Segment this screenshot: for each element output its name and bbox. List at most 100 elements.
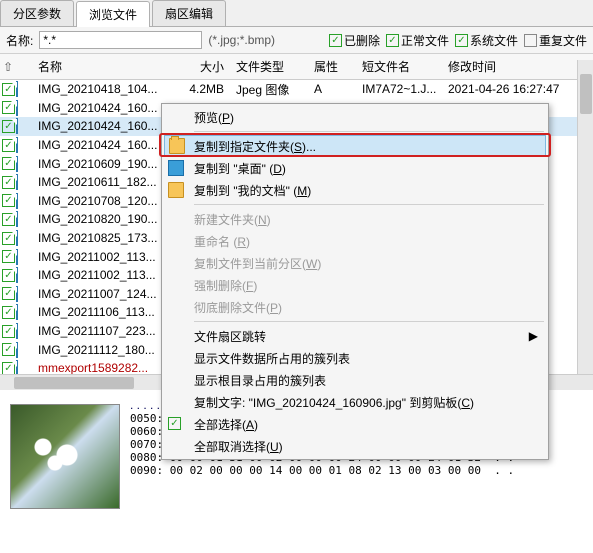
filter-label: 名称: <box>6 32 33 49</box>
cell-name: IMG_20211106_113... <box>32 303 178 321</box>
scrollbar-vertical[interactable] <box>577 60 593 374</box>
menu-separator <box>194 321 544 322</box>
cell-name: IMG_20210609_190... <box>32 155 178 173</box>
file-icon <box>16 230 18 246</box>
menu-item[interactable]: 全部取消选择(U) <box>164 435 546 457</box>
col-size[interactable]: 大小 <box>178 56 230 77</box>
col-attr[interactable]: 属性 <box>308 56 356 77</box>
cell-attr: A <box>308 80 356 98</box>
menu-item-label: 复制到指定文件夹(S)... <box>194 138 316 155</box>
check-dup[interactable]: 重复文件 <box>524 32 587 49</box>
checkbox-icon: ✓ <box>455 34 468 47</box>
tabs: 分区参数 浏览文件 扇区编辑 <box>0 0 593 27</box>
menu-item-label: 复制文字: "IMG_20210424_160906.jpg" 到剪贴板(C) <box>194 394 474 411</box>
menu-item-label: 全部取消选择(U) <box>194 438 283 455</box>
cell-name: IMG_20210424_160... <box>32 117 178 135</box>
file-icon <box>16 211 18 227</box>
menu-item[interactable]: 复制到 "我的文档" (M) <box>164 179 546 201</box>
tab-browse[interactable]: 浏览文件 <box>76 1 150 27</box>
menu-item-label: 复制文件到当前分区(W) <box>194 255 321 272</box>
menu-item: 重命名 (R) <box>164 230 546 252</box>
cell-name: IMG_20210424_160... <box>32 99 178 117</box>
cell-name: IMG_20210825_173... <box>32 229 178 247</box>
cell-name: IMG_20210820_190... <box>32 210 178 228</box>
menu-item[interactable]: 复制到 "桌面" (D) <box>164 157 546 179</box>
menu-separator <box>194 204 544 205</box>
scroll-thumb[interactable] <box>14 377 134 389</box>
file-icon <box>16 100 18 116</box>
checkbox-icon: ✓ <box>386 34 399 47</box>
file-icon <box>16 118 18 134</box>
menu-item-label: 复制到 "我的文档" (M) <box>194 182 311 199</box>
col-date[interactable]: 修改时间 <box>442 56 593 77</box>
documents-icon <box>168 182 184 198</box>
file-icon <box>16 342 18 358</box>
menu-item: 新建文件夹(N) <box>164 208 546 230</box>
menu-item[interactable]: ✓ 全部选择(A) <box>164 413 546 435</box>
menu-item[interactable]: 显示根目录占用的簇列表 <box>164 369 546 391</box>
cell-name: IMG_20211007_124... <box>32 285 178 303</box>
menu-item-label: 重命名 (R) <box>194 233 250 250</box>
file-icon <box>16 174 18 190</box>
file-icon <box>16 323 18 339</box>
grid-header: ⇧ 名称 大小 文件类型 属性 短文件名 修改时间 <box>0 54 593 80</box>
file-icon <box>16 304 18 320</box>
folder-icon <box>169 138 185 154</box>
menu-item[interactable]: 复制到指定文件夹(S)... <box>164 135 546 157</box>
desktop-icon <box>168 160 184 176</box>
up-folder-icon[interactable]: ⇧ <box>0 60 16 74</box>
file-icon <box>16 193 18 209</box>
cell-name: IMG_20210424_160... <box>32 136 178 154</box>
cell-name: IMG_20211002_113... <box>32 266 178 284</box>
filter-bar: 名称: (*.jpg;*.bmp) ✓已删除 ✓正常文件 ✓系统文件 重复文件 <box>0 27 593 54</box>
menu-item-label: 文件扇区跳转 <box>194 328 266 345</box>
cell-name: IMG_20211112_180... <box>32 341 178 359</box>
cell-name: IMG_20211002_113... <box>32 248 178 266</box>
file-icon <box>16 267 18 283</box>
col-short[interactable]: 短文件名 <box>356 56 442 77</box>
col-type[interactable]: 文件类型 <box>230 56 308 77</box>
file-icon <box>16 156 18 172</box>
table-row[interactable]: ✓IMG_20210418_104...4.2MBJpeg 图像AIM7A72~… <box>0 80 593 99</box>
menu-item: 彻底删除文件(P) <box>164 296 546 318</box>
menu-separator <box>194 131 544 132</box>
check-deleted[interactable]: ✓已删除 <box>329 32 380 49</box>
menu-item-label: 复制到 "桌面" (D) <box>194 160 286 177</box>
cell-name: IMG_20210611_182... <box>32 173 178 191</box>
menu-item[interactable]: 文件扇区跳转 ▶ <box>164 325 546 347</box>
check-normal[interactable]: ✓正常文件 <box>386 32 449 49</box>
menu-item[interactable]: 预览(P) <box>164 106 546 128</box>
menu-item-label: 显示文件数据所占用的簇列表 <box>194 350 350 367</box>
file-icon <box>16 286 18 302</box>
filter-hint: (*.jpg;*.bmp) <box>208 33 275 47</box>
file-icon <box>16 137 18 153</box>
name-filter-input[interactable] <box>39 31 202 49</box>
menu-item[interactable]: 复制文字: "IMG_20210424_160906.jpg" 到剪贴板(C) <box>164 391 546 413</box>
file-icon <box>16 81 18 97</box>
checkbox-icon <box>524 34 537 47</box>
file-icon <box>16 249 18 265</box>
cell-date: 2021-04-26 16:27:47 <box>442 80 593 98</box>
image-thumbnail <box>10 404 120 509</box>
menu-item-label: 全部选择(A) <box>194 416 258 433</box>
menu-item: 复制文件到当前分区(W) <box>164 252 546 274</box>
menu-item-label: 显示根目录占用的簇列表 <box>194 372 326 389</box>
cell-name: IMG_20210418_104... <box>32 80 178 98</box>
tab-sector[interactable]: 扇区编辑 <box>152 0 226 26</box>
menu-item-label: 强制删除(F) <box>194 277 257 294</box>
check-icon: ✓ <box>168 417 181 430</box>
tab-partition[interactable]: 分区参数 <box>0 0 74 26</box>
menu-item-label: 新建文件夹(N) <box>194 211 271 228</box>
cell-name: IMG_20210708_120... <box>32 192 178 210</box>
cell-name: IMG_20211107_223... <box>32 322 178 340</box>
checkbox-icon: ✓ <box>329 34 342 47</box>
menu-item[interactable]: 显示文件数据所占用的簇列表 <box>164 347 546 369</box>
context-menu: 预览(P) 复制到指定文件夹(S)... 复制到 "桌面" (D) 复制到 "我的文档… <box>161 103 549 460</box>
col-name[interactable]: 名称 <box>32 56 178 77</box>
menu-item-label: 彻底删除文件(P) <box>194 299 282 316</box>
cell-type: Jpeg 图像 <box>230 79 308 100</box>
submenu-arrow-icon: ▶ <box>529 329 538 343</box>
scroll-thumb[interactable] <box>580 74 592 114</box>
cell-size: 4.2MB <box>178 80 230 98</box>
check-system[interactable]: ✓系统文件 <box>455 32 518 49</box>
